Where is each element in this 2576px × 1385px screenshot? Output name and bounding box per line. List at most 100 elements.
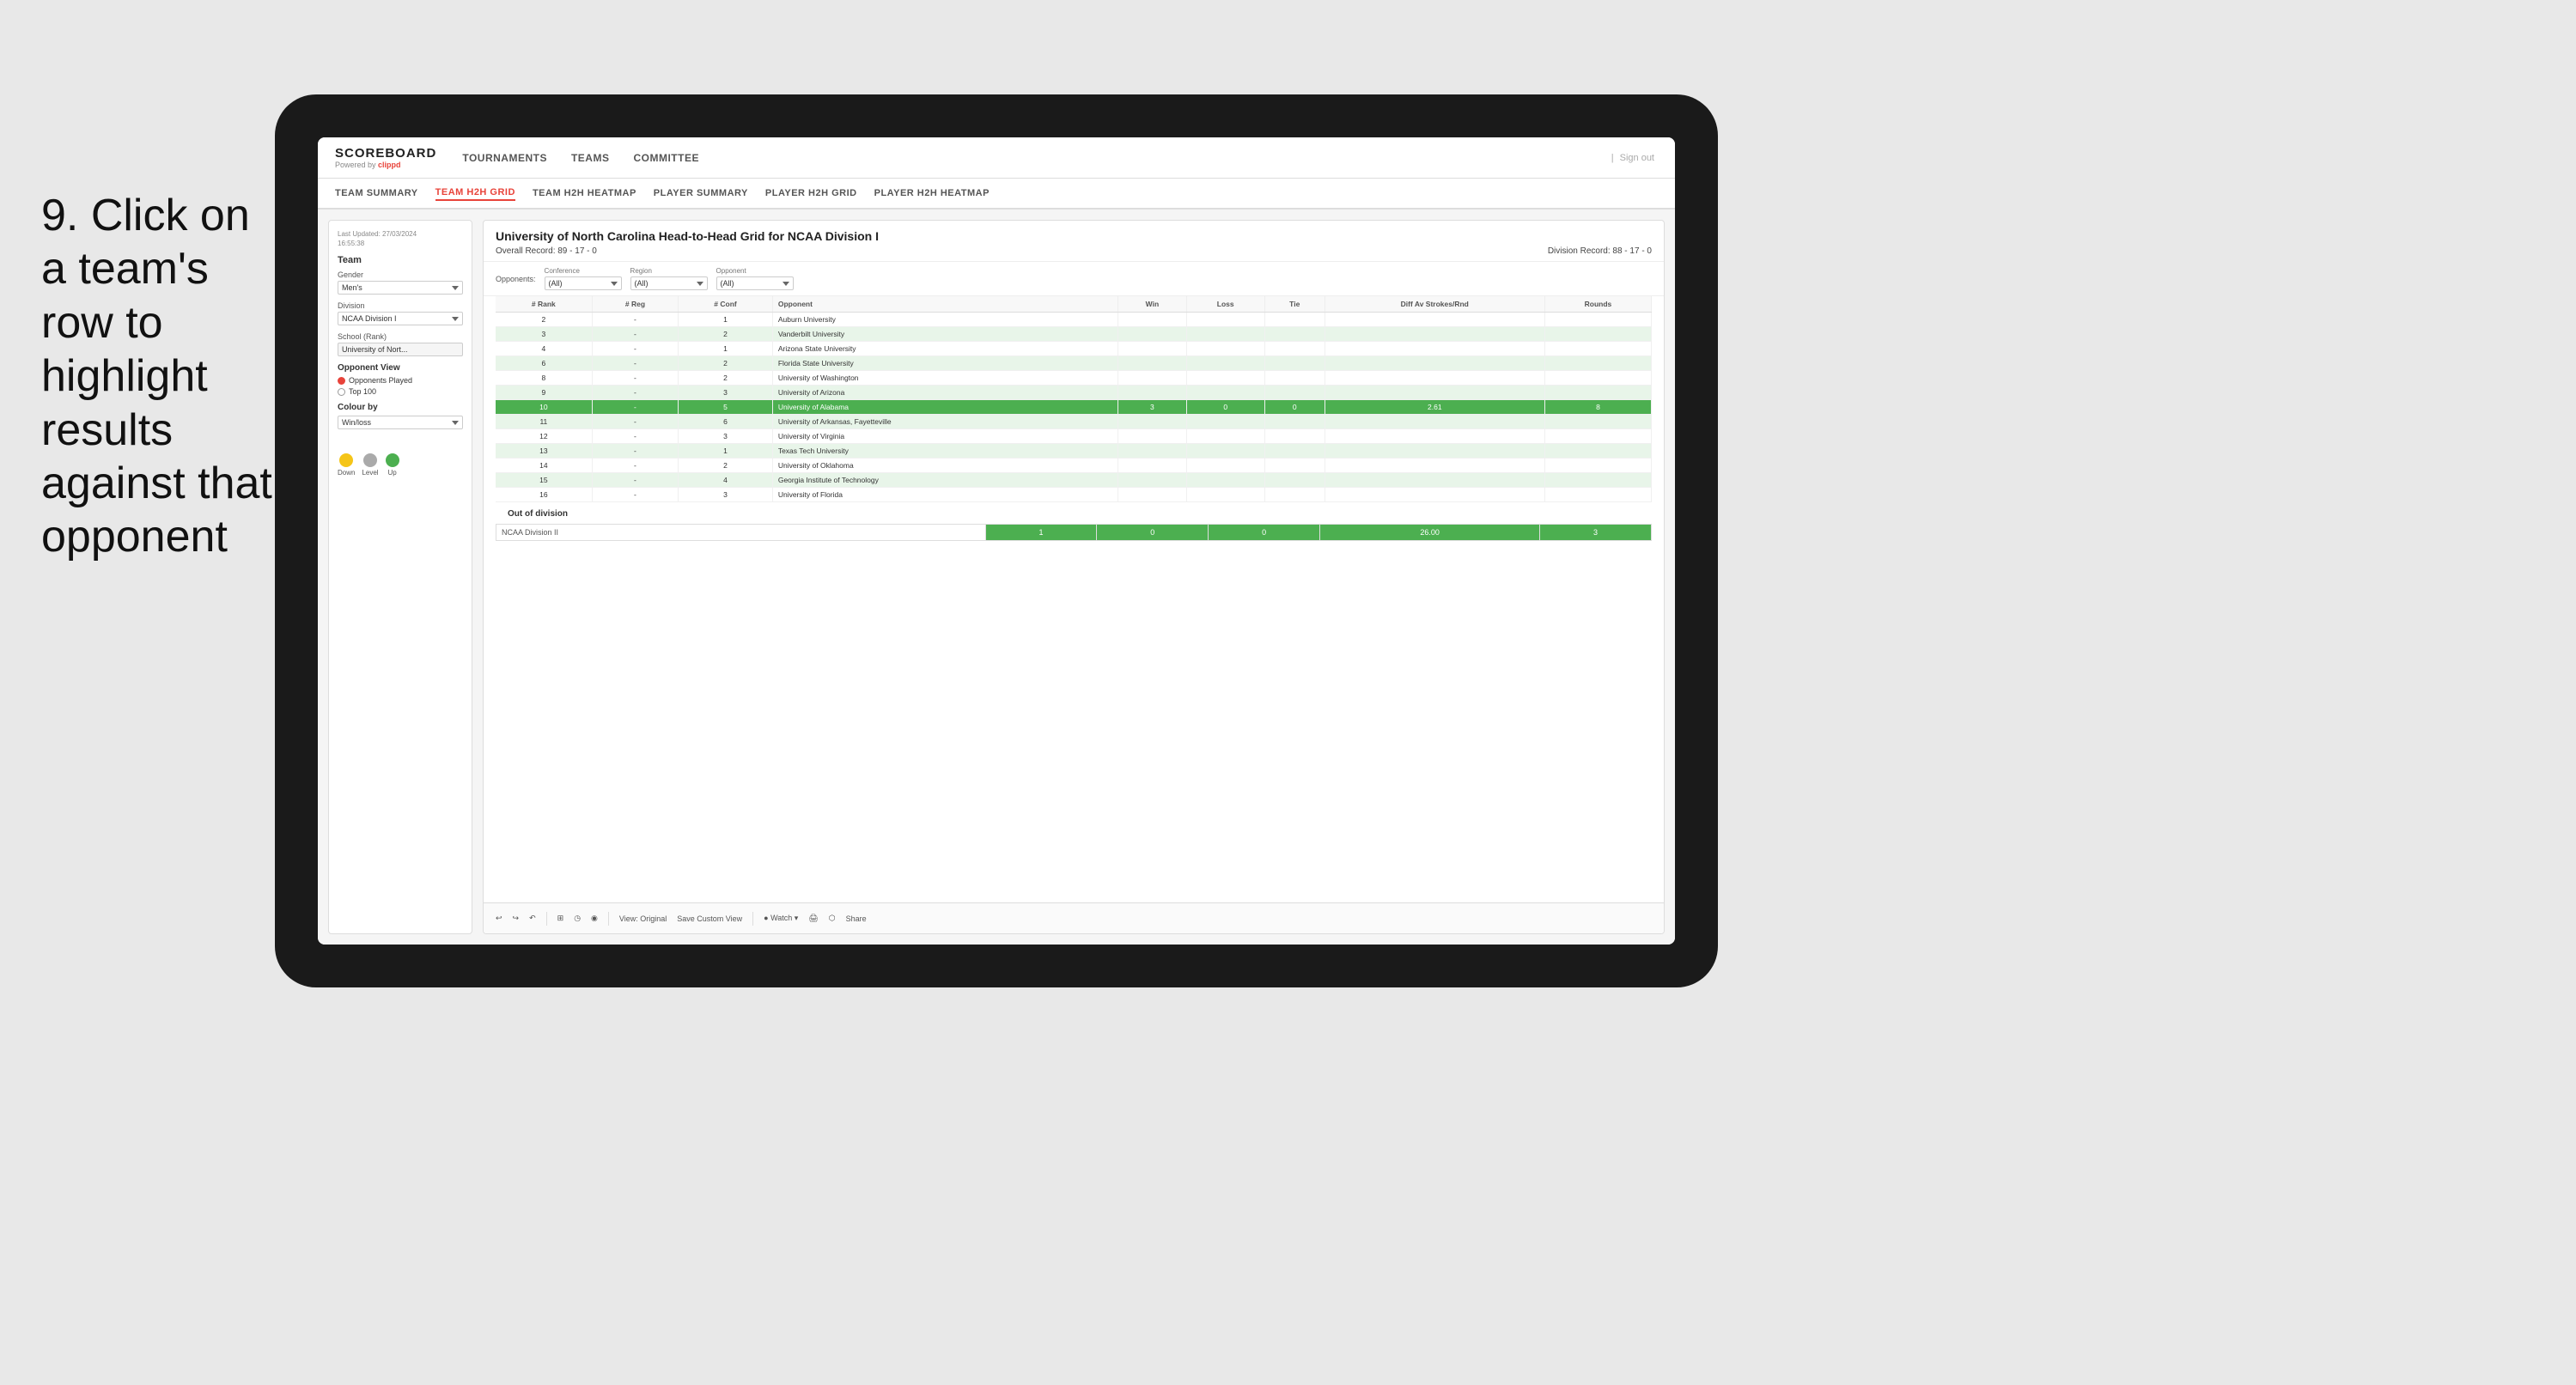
tab-player-h2h-grid[interactable]: PLAYER H2H GRID [765,186,857,200]
last-updated: Last Updated: 27/03/2024 16:55:38 [338,229,463,248]
out-of-division-label: Out of division [496,502,1652,524]
col-reg: # Reg [592,296,678,313]
toolbar-share[interactable]: Share [846,914,867,923]
division-record: Division Record: 88 - 17 - 0 [1548,246,1652,256]
colour-by-title: Colour by [338,403,463,412]
opponents-label: Opponents: [496,275,536,283]
toolbar-view-original[interactable]: View: Original [619,914,667,923]
table-row[interactable]: 12-3University of Virginia [496,429,1652,444]
h2h-table: # Rank # Reg # Conf Opponent Win Loss Ti… [496,296,1652,502]
toolbar-back[interactable]: ↶ [529,914,536,923]
school-label: School (Rank) [338,332,463,341]
table-row[interactable]: 3-2Vanderbilt University [496,327,1652,342]
col-diff: Diff Av Strokes/Rnd [1325,296,1544,313]
radio-opponents-played[interactable]: Opponents Played [338,376,463,385]
table-row[interactable]: 15-4Georgia Institute of Technology [496,473,1652,488]
filters-row: Opponents: Conference (All) Region (All) [484,262,1664,296]
toolbar-sep3 [752,912,753,926]
tab-player-h2h-heatmap[interactable]: PLAYER H2H HEATMAP [874,186,990,200]
out-div-name: NCAA Division II [496,525,986,541]
legend-up: Up [386,453,399,477]
toolbar-sep1 [546,912,547,926]
region-filter: Region (All) [630,267,708,290]
table-row[interactable]: 4-1Arizona State University [496,342,1652,356]
col-rank: # Rank [496,296,592,313]
toolbar-print[interactable]: 🖨 [808,914,818,923]
toolbar-hex[interactable]: ⬡ [829,914,836,923]
col-loss: Loss [1186,296,1264,313]
school-value: University of Nort... [338,343,463,356]
out-div-tie: 0 [1209,525,1320,541]
table-row[interactable]: 9-3University of Arizona [496,386,1652,400]
col-tie: Tie [1264,296,1325,313]
gender-select[interactable]: Men's [338,281,463,295]
overall-record: Overall Record: 89 - 17 - 0 [496,246,597,256]
out-div-win: 1 [985,525,1097,541]
tablet-device: SCOREBOARD Powered by clippd TOURNAMENTS… [275,94,1718,987]
col-opponent: Opponent [772,296,1117,313]
gender-label: Gender [338,270,463,279]
tab-team-h2h-heatmap[interactable]: TEAM H2H HEATMAP [533,186,636,200]
toolbar-sep2 [608,912,609,926]
region-select[interactable]: (All) [630,276,708,290]
legend-down-circle [339,453,353,467]
logo-powered: Powered by clippd [335,161,436,169]
toolbar-clock[interactable]: ◷ [574,914,581,923]
table-row[interactable]: 11-6University of Arkansas, Fayetteville [496,415,1652,429]
toolbar-save-custom[interactable]: Save Custom View [677,914,742,923]
nav-links: TOURNAMENTS TEAMS COMMITTEE [462,149,1611,167]
out-div-rounds: 3 [1540,525,1652,541]
team-section-title: Team [338,255,463,265]
nav-committee[interactable]: COMMITTEE [633,149,699,167]
logo-scoreboard: SCOREBOARD [335,146,436,161]
bottom-toolbar: ↩ ↪ ↶ ⊞ ◷ ◉ View: Original Save Custom V… [484,902,1664,933]
radio-top100[interactable]: Top 100 [338,387,463,396]
toolbar-watch[interactable]: ● Watch ▾ [764,914,798,923]
data-table-container: # Rank # Reg # Conf Opponent Win Loss Ti… [484,296,1664,902]
out-div-diff: 26.00 [1320,525,1540,541]
col-rounds: Rounds [1544,296,1651,313]
tablet-screen: SCOREBOARD Powered by clippd TOURNAMENTS… [318,137,1675,945]
colour-by-select[interactable]: Win/loss [338,416,463,429]
tab-team-h2h-grid[interactable]: TEAM H2H GRID [435,185,515,201]
opponent-filter: Opponent (All) [716,267,794,290]
col-conf: # Conf [679,296,773,313]
grid-header: University of North Carolina Head-to-Hea… [484,221,1664,262]
table-row[interactable]: 2-1Auburn University [496,313,1652,327]
toolbar-undo[interactable]: ↩ [496,914,502,923]
table-row[interactable]: 8-2University of Washington [496,371,1652,386]
grid-title: University of North Carolina Head-to-Hea… [496,229,1652,243]
toolbar-circle[interactable]: ◉ [591,914,598,923]
app-logo: SCOREBOARD Powered by clippd [335,146,436,169]
legend-up-circle [386,453,399,467]
grid-panel: University of North Carolina Head-to-Hea… [483,220,1665,934]
out-div-loss: 0 [1097,525,1209,541]
legend: Down Level Up [338,453,463,477]
opponent-view-title: Opponent View [338,363,463,373]
conference-select[interactable]: (All) [545,276,622,290]
table-row[interactable]: 10-5University of Alabama3002.618 [496,400,1652,415]
legend-level-circle [363,453,377,467]
main-content: Last Updated: 27/03/2024 16:55:38 Team G… [318,210,1675,945]
legend-level: Level [362,453,378,477]
division-select[interactable]: NCAA Division I [338,312,463,325]
nav-tournaments[interactable]: TOURNAMENTS [462,149,547,167]
top-navigation: SCOREBOARD Powered by clippd TOURNAMENTS… [318,137,1675,179]
toolbar-redo[interactable]: ↪ [513,914,520,923]
sub-navigation: TEAM SUMMARY TEAM H2H GRID TEAM H2H HEAT… [318,179,1675,210]
radio-dot-opponents [338,377,345,385]
radio-dot-top100 [338,388,345,396]
division-label: Division [338,301,463,310]
nav-teams[interactable]: TEAMS [571,149,610,167]
table-row[interactable]: 16-3University of Florida [496,488,1652,502]
tab-player-summary[interactable]: PLAYER SUMMARY [654,186,748,200]
table-row[interactable]: 14-2University of Oklahoma [496,459,1652,473]
sign-out-link[interactable]: Sign out [1620,153,1654,163]
conference-filter: Conference (All) [545,267,622,290]
table-row[interactable]: 6-2Florida State University [496,356,1652,371]
table-row[interactable]: 13-1Texas Tech University [496,444,1652,459]
opponent-select[interactable]: (All) [716,276,794,290]
out-division-table: NCAA Division II 1 0 0 26.00 3 [496,524,1652,541]
tab-team-summary[interactable]: TEAM SUMMARY [335,186,418,200]
toolbar-grid[interactable]: ⊞ [557,914,564,923]
